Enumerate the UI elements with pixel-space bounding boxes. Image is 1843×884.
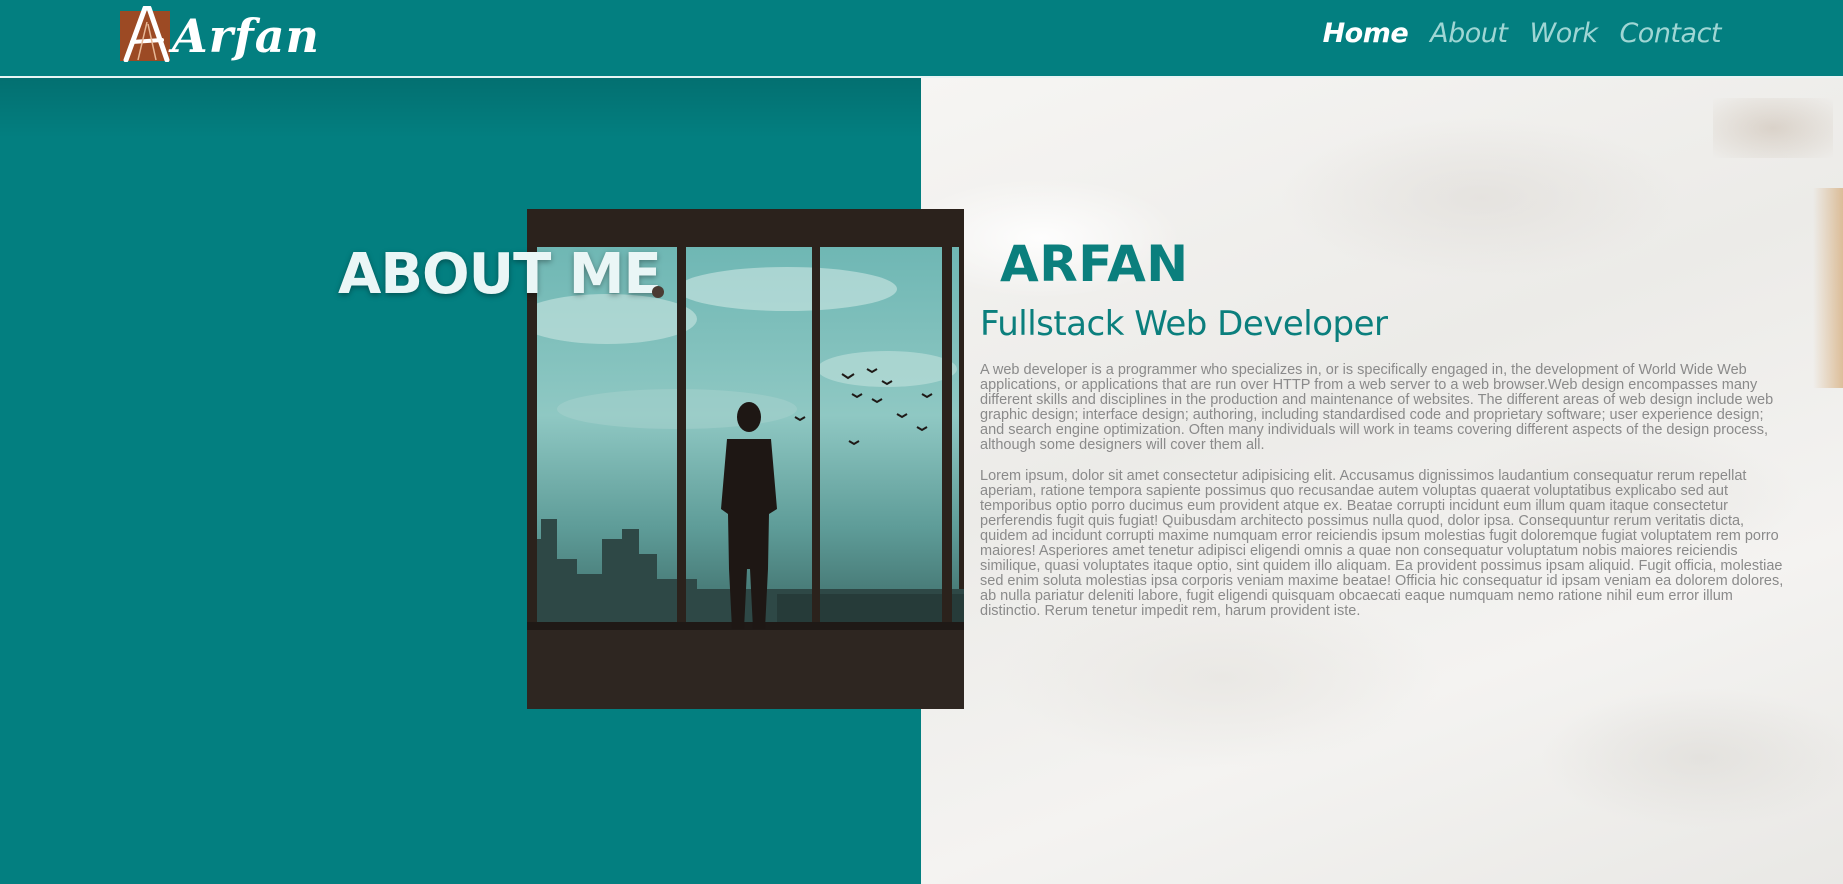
bio-paragraph: A web developer is a programmer who spec…: [980, 362, 1774, 453]
person-role: Fullstack Web Developer: [980, 304, 1388, 344]
main-nav: Home About Work Contact: [1323, 14, 1722, 54]
wall-texture-stain: [1813, 188, 1843, 388]
brand-logo[interactable]: Arfan: [120, 5, 319, 68]
nav-work-link[interactable]: Work: [1530, 14, 1598, 54]
nav-home-link[interactable]: Home: [1323, 14, 1409, 54]
person-name: ARFAN: [1000, 235, 1189, 293]
site-header: Arfan Home About Work Contact: [0, 0, 1843, 78]
about-me-heading: ABOUT ME: [338, 242, 662, 307]
nav-about-link[interactable]: About: [1430, 14, 1508, 54]
brand-text: Arfan: [172, 9, 320, 63]
wall-texture-shadow: [1713, 98, 1833, 158]
nav-contact-link[interactable]: Contact: [1619, 14, 1721, 54]
heading-dot: [652, 286, 664, 298]
logo-icon: [120, 5, 170, 63]
lorem-paragraph: Lorem ipsum, dolor sit amet consectetur …: [980, 468, 1784, 619]
